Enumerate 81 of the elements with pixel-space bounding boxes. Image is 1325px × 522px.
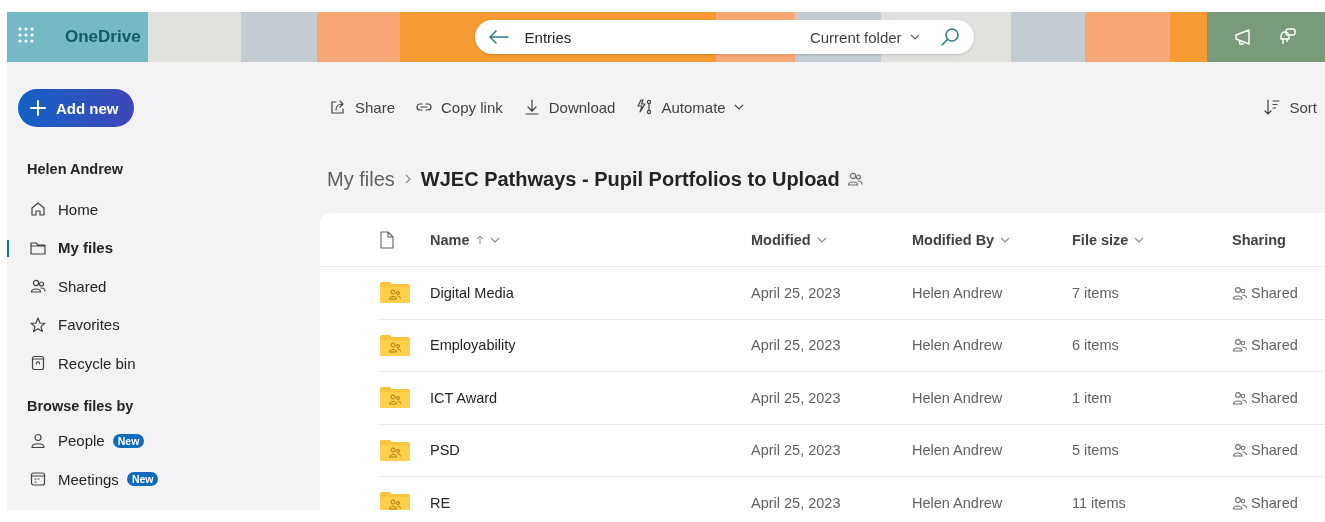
table-cell-text: Helen Andrew: [912, 442, 1004, 459]
table-cell-text: April 25, 2023: [751, 442, 842, 459]
people-icon: [1232, 337, 1248, 354]
table-cell-text: April 25, 2023: [751, 389, 842, 406]
file-name[interactable]: ICT Award: [430, 389, 751, 406]
shared-folder-icon: [380, 438, 410, 462]
people-icon: [1232, 494, 1248, 510]
file-name[interactable]: PSD: [430, 442, 751, 459]
sharing-status: Shared: [1251, 337, 1298, 354]
nav-item[interactable]: Home: [7, 190, 320, 229]
shared-folder-icon: [380, 281, 410, 305]
share-icon: [329, 98, 347, 116]
nav-item[interactable]: People: [29, 431, 105, 450]
people-icon: [1232, 442, 1248, 459]
file-name[interactable]: Employability: [430, 337, 751, 354]
toolbar-button[interactable]: Automate: [635, 98, 744, 116]
table-cell-text: 1 item: [1072, 389, 1113, 406]
toolbar-button[interactable]: Share: [329, 98, 396, 116]
people-icon: [1232, 389, 1248, 406]
chevron-right-icon: [404, 174, 411, 184]
table-cell-text: 5 items: [1072, 442, 1120, 459]
recycle-bin-icon: [29, 354, 47, 373]
file-name[interactable]: RE: [430, 494, 751, 510]
file-name[interactable]: Digital Media: [430, 284, 751, 301]
plus-icon: [30, 100, 46, 116]
chevron-down-icon: [909, 34, 920, 40]
table-cell-text: April 25, 2023: [751, 337, 842, 354]
current-folder-title: WJEC Pathways - Pupil Portfolios to Upload: [420, 167, 840, 191]
table-cell-text: April 25, 2023: [751, 284, 842, 301]
people-icon: [1232, 284, 1248, 301]
table-cell-text: 11 items: [1072, 494, 1127, 510]
column-header[interactable]: Modified: [751, 231, 827, 248]
column-header[interactable]: Sharing: [1232, 231, 1286, 248]
table-cell-text: Helen Andrew: [912, 389, 1004, 406]
table-cell-text: Helen Andrew: [912, 494, 1004, 510]
new-badge: New: [112, 433, 145, 448]
lightning-flow-icon: [635, 98, 654, 116]
shared-folder-icon: [380, 386, 410, 410]
nav-item[interactable]: My files: [7, 228, 320, 267]
new-badge: New: [126, 472, 159, 487]
home-icon: [29, 200, 47, 219]
back-arrow-icon: [488, 30, 509, 44]
table-cell-text: 6 items: [1072, 337, 1120, 354]
add-new-button[interactable]: Add new: [18, 89, 134, 127]
nav-item[interactable]: Favorites: [7, 305, 320, 344]
sharing-status: Shared: [1251, 442, 1298, 459]
column-header[interactable]: Name: [430, 231, 500, 248]
table-cell-text: Helen Andrew: [912, 284, 1004, 301]
sharing-status: Shared: [1251, 389, 1298, 406]
breadcrumb-link[interactable]: My files: [327, 167, 395, 191]
toolbar-button[interactable]: Download: [522, 98, 616, 116]
sharing-status: Shared: [1251, 284, 1298, 301]
file-type-icon: [380, 230, 394, 249]
person-icon: [29, 431, 47, 450]
calendar-icon: [29, 470, 47, 489]
chat-bubbles-icon[interactable]: [1277, 27, 1297, 47]
shared-folder-icon: [380, 333, 410, 357]
app-launcher-icon[interactable]: [18, 27, 34, 43]
table-cell-text: Helen Andrew: [912, 337, 1004, 354]
toolbar-button[interactable]: Copy link: [415, 98, 503, 116]
search-field[interactable]: Entries Current folder: [474, 20, 974, 54]
shared-folder-icon: [380, 491, 410, 510]
table-cell-text: April 25, 2023: [751, 494, 842, 510]
search-icon: [939, 27, 960, 47]
section-heading: Browse files by: [27, 396, 135, 416]
sort-icon: [1263, 98, 1282, 116]
user-name: Helen Andrew: [27, 161, 125, 179]
scope-dropdown[interactable]: Current folder: [809, 28, 920, 46]
table-cell-text: 7 items: [1072, 284, 1120, 301]
people-icon: [29, 277, 47, 296]
nav-item[interactable]: Recycle bin: [7, 344, 320, 383]
people-icon: [845, 170, 864, 188]
column-header[interactable]: Modified By: [912, 231, 1011, 248]
app-name[interactable]: OneDrive: [65, 27, 141, 47]
sort-button[interactable]: Sort: [1263, 98, 1317, 116]
megaphone-icon[interactable]: [1233, 27, 1253, 47]
sharing-status: Shared: [1251, 494, 1298, 510]
nav-item[interactable]: Shared: [7, 267, 320, 306]
nav-item[interactable]: Meetings: [29, 470, 119, 489]
column-header[interactable]: File size: [1072, 231, 1145, 248]
star-icon: [29, 315, 47, 334]
